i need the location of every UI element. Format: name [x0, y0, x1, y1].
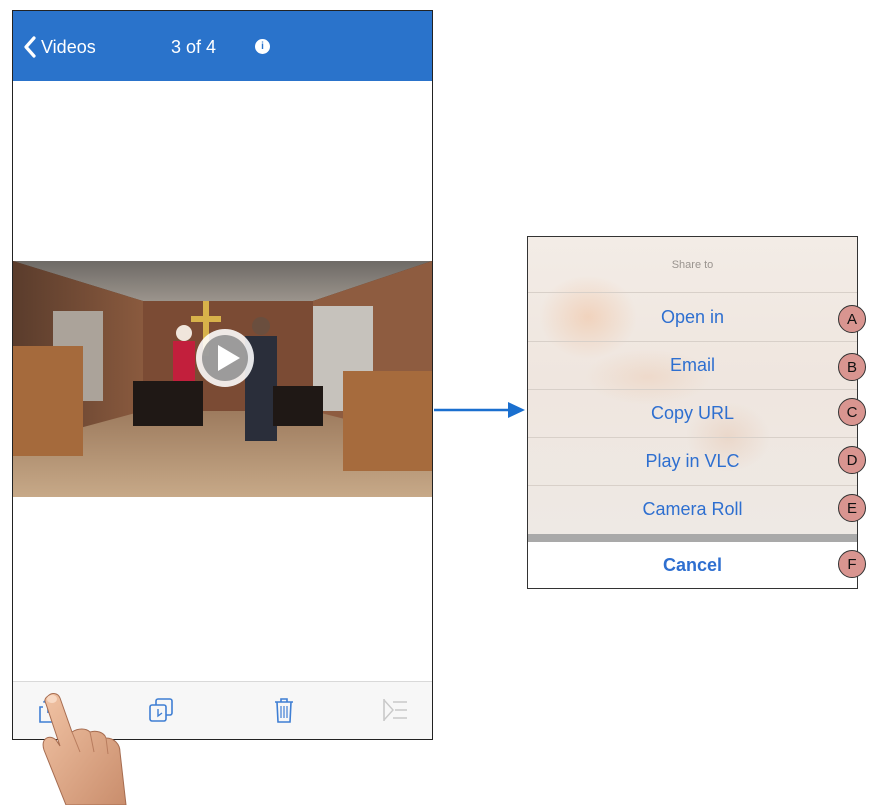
callout-marker-b: B: [838, 353, 866, 381]
video-thumbnail[interactable]: [13, 261, 432, 497]
chevron-left-icon: [24, 36, 36, 58]
info-button[interactable]: i: [255, 39, 270, 54]
info-icon: i: [261, 40, 264, 52]
list-button[interactable]: [380, 695, 410, 725]
callout-marker-a: A: [838, 305, 866, 333]
open-in-button[interactable]: Open in: [528, 293, 857, 342]
sheet-divider: [528, 534, 857, 542]
camera-roll-button[interactable]: Camera Roll: [528, 485, 857, 533]
back-label: Videos: [41, 36, 96, 57]
callout-marker-d: D: [838, 446, 866, 474]
pointing-hand-image: [42, 693, 127, 805]
phone-screen: Videos 3 of 4 i: [12, 10, 433, 740]
cancel-button[interactable]: Cancel: [528, 542, 857, 588]
play-in-vlc-button[interactable]: Play in VLC: [528, 437, 857, 486]
delete-button[interactable]: [269, 695, 299, 725]
navigation-bar: Videos 3 of 4 i: [13, 11, 432, 81]
transition-arrow: [434, 402, 525, 418]
list-icon: [383, 699, 407, 721]
copy-button[interactable]: [146, 695, 176, 725]
play-icon[interactable]: [194, 327, 256, 389]
back-button[interactable]: Videos: [23, 35, 96, 59]
copy-icon: [149, 698, 173, 722]
callout-marker-e: E: [838, 494, 866, 522]
share-sheet-title: Share to: [528, 237, 857, 293]
callout-marker-c: C: [838, 398, 866, 426]
email-button[interactable]: Email: [528, 341, 857, 390]
item-counter: 3 of 4: [171, 37, 217, 57]
share-sheet: Share to Open in Email Copy URL Play in …: [527, 236, 858, 589]
callout-marker-f: F: [838, 550, 866, 578]
trash-icon: [275, 698, 293, 723]
copy-url-button[interactable]: Copy URL: [528, 389, 857, 438]
